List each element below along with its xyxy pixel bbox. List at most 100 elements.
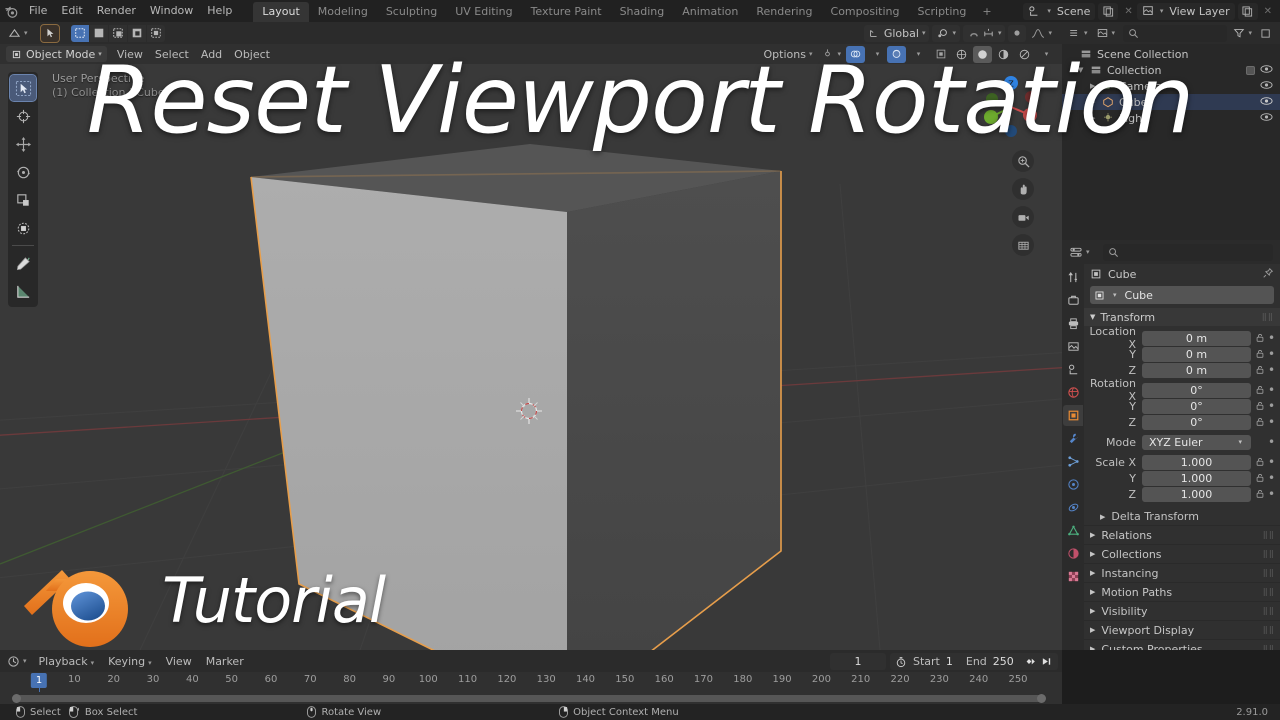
constraints-tab[interactable] [1063,497,1083,518]
proportional-falloff-dropdown[interactable]: ▾ [1028,25,1055,42]
blender-logo-icon[interactable] [0,0,22,22]
tool-tab[interactable] [1063,267,1083,288]
expand-triangle-icon[interactable]: ▼ [1078,66,1088,74]
start-frame-value[interactable]: 1 [944,655,960,668]
timeline-menu-keying[interactable]: Keying ▾ [101,655,158,668]
add-workspace-button[interactable]: + [975,2,998,22]
outliner-row-collection[interactable]: ▼ Collection [1062,62,1280,78]
timeline-scrollbar[interactable] [12,694,1046,703]
rotation-y-input[interactable]: 0° [1142,398,1251,414]
lock-icon[interactable] [1254,385,1266,395]
lock-icon[interactable] [1254,473,1266,483]
delta-transform-subpanel[interactable]: ▶ Delta Transform [1084,508,1280,525]
output-tab[interactable] [1063,313,1083,334]
material-tab[interactable] [1063,543,1083,564]
animate-property-dot[interactable]: • [1266,364,1277,376]
navigation-gizmo[interactable]: Z [974,70,1048,144]
panel-motion-paths[interactable]: ▶ Motion Paths ⣿⣿ [1084,582,1280,601]
scale-y-input[interactable]: 1.000 [1142,470,1251,486]
shading-wireframe-button[interactable] [952,45,971,63]
outliner-row-cube[interactable]: ▶ Cube [1062,94,1280,110]
panel-relations[interactable]: ▶ Relations ⣿⣿ [1084,525,1280,544]
shading-rendered-button[interactable] [1015,45,1034,63]
shading-dropdown[interactable]: ▾ [1036,46,1054,63]
menu-edit[interactable]: Edit [54,0,89,22]
pin-icon[interactable] [1262,267,1274,282]
xray-dropdown[interactable]: ▾ [908,46,926,63]
lock-icon[interactable] [1254,401,1266,411]
active-tool-button[interactable] [39,23,60,43]
show-overlays-button[interactable] [846,45,865,63]
outliner-display-icon[interactable]: ▾ [1065,25,1091,42]
timeline-menu-view[interactable]: View [159,655,199,668]
move-view-hand-icon[interactable] [1012,178,1034,200]
lock-icon[interactable] [1254,457,1266,467]
new-scene-button[interactable] [1098,2,1119,20]
timeline-ruler[interactable]: 10 20 30 40 50 60 70 80 90 100 110 120 130 140 150 160 1… [0,672,1062,692]
workspace-tab-sculpting[interactable]: Sculpting [377,2,446,22]
end-frame-value[interactable]: 250 [991,655,1021,668]
location-z-input[interactable]: 0 m [1142,362,1251,378]
transform-tool[interactable] [10,215,36,241]
show-gizmo-button[interactable]: ▾ [818,46,844,63]
pivot-point-dropdown[interactable]: ▾ [932,24,960,42]
location-y-input[interactable]: 0 m [1142,346,1251,362]
lock-icon[interactable] [1254,333,1266,343]
scene-selector[interactable]: ▾ Scene [1023,2,1096,20]
move-tool[interactable] [10,131,36,157]
cursor-tool[interactable] [10,103,36,129]
exclude-checkbox[interactable] [1246,65,1255,75]
lock-icon[interactable] [1254,365,1266,375]
animate-property-dot[interactable]: • [1266,456,1277,468]
outliner-row-light[interactable]: ▶ Light [1062,110,1280,126]
animate-property-dot[interactable]: • [1266,416,1277,428]
view-layer-tab[interactable] [1063,336,1083,357]
interaction-mode-dropdown[interactable]: Object Mode ▾ [6,46,107,62]
animate-property-dot[interactable]: • [1266,436,1277,448]
rotation-x-input[interactable]: 0° [1142,382,1251,398]
properties-search-input[interactable] [1102,243,1273,261]
eye-icon[interactable] [1260,80,1273,93]
modifiers-tab[interactable] [1063,428,1083,449]
properties-panel[interactable]: Cube ▾ Cube ▼ Transform ⣿⣿ Location X 0 … [1084,264,1280,650]
workspace-tab-layout[interactable]: Layout [253,2,309,22]
viewport-menu-object[interactable]: Object [228,48,276,61]
world-tab[interactable] [1063,382,1083,403]
eye-icon[interactable] [1260,64,1273,77]
toggle-xray-button[interactable] [887,45,906,63]
transform-panel-header[interactable]: ▼ Transform ⣿⣿ [1084,308,1280,326]
outliner-search-input[interactable] [1123,24,1228,42]
transform-orientation-dropdown[interactable]: Global ▾ [863,24,930,42]
viewport-menu-add[interactable]: Add [195,48,228,61]
remove-scene-icon[interactable]: ✕ [1120,6,1136,17]
overlays-dropdown[interactable]: ▾ [867,46,885,63]
outliner-filter-mode-icon[interactable]: ▾ [1093,25,1119,42]
jump-to-next-keyframe-button[interactable] [1021,653,1038,670]
object-name-field[interactable]: ▾ Cube [1090,286,1274,304]
panel-instancing[interactable]: ▶ Instancing ⣿⣿ [1084,563,1280,582]
annotate-tool[interactable] [10,250,36,276]
properties-editor-icon[interactable]: ▾ [1066,244,1093,261]
measure-tool[interactable] [10,278,36,304]
menu-help[interactable]: Help [200,0,239,22]
animate-property-dot[interactable]: • [1266,472,1277,484]
tweak-select-tool[interactable] [9,74,37,102]
workspace-tab-modeling[interactable]: Modeling [309,2,377,22]
scale-z-input[interactable]: 1.000 [1142,486,1251,502]
scale-tool[interactable] [10,187,36,213]
outliner-row-camera[interactable]: ▶ Camera [1062,78,1280,94]
select-set-button[interactable] [70,24,89,42]
select-extend-button[interactable] [89,24,108,42]
workspace-tab-scripting[interactable]: Scripting [908,2,975,22]
workspace-tab-animation[interactable]: Animation [673,2,747,22]
scrollbar-handle-left[interactable] [12,694,21,703]
animate-property-dot[interactable]: • [1266,332,1277,344]
animate-property-dot[interactable]: • [1266,488,1277,500]
menu-render[interactable]: Render [90,0,143,22]
menu-file[interactable]: File [22,0,54,22]
scrollbar-handle-right[interactable] [1037,694,1046,703]
timeline-playhead[interactable]: 1 [30,673,48,688]
animate-property-dot[interactable]: • [1266,400,1277,412]
new-view-layer-button[interactable] [1237,2,1258,20]
location-x-input[interactable]: 0 m [1142,330,1251,346]
